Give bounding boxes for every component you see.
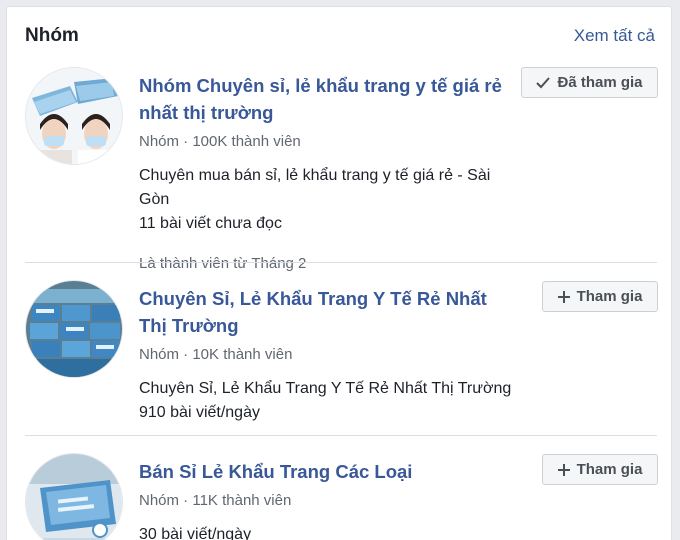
card-title: Nhóm (25, 25, 79, 46)
joined-button[interactable]: Đã tham gia (521, 67, 658, 98)
group-name-link[interactable]: Nhóm Chuyên sỉ, lẻ khẩu trang y tế giá r… (139, 72, 519, 126)
group-avatar[interactable] (25, 67, 123, 165)
check-icon (536, 76, 551, 89)
group-activity: 11 bài viết chưa đọc (139, 215, 282, 232)
group-row: Chuyên Sỉ, Lẻ Khẩu Trang Y Tế Rẻ Nhất Th… (25, 280, 658, 430)
group-description: Chuyên mua bán sỉ, lẻ khẩu trang y tế gi… (139, 167, 491, 208)
group-info: Chuyên Sỉ, Lẻ Khẩu Trang Y Tế Rẻ Nhất Th… (139, 280, 519, 425)
group-name-link[interactable]: Bán Sỉ Lẻ Khẩu Trang Các Loại (139, 458, 519, 485)
plus-icon (557, 463, 570, 476)
divider (25, 262, 657, 263)
group-info: Nhóm Chuyên sỉ, lẻ khẩu trang y tế giá r… (139, 67, 519, 274)
group-name-link[interactable]: Chuyên Sỉ, Lẻ Khẩu Trang Y Tế Rẻ Nhất Th… (139, 285, 519, 339)
group-meta: Nhóm · 100K thành viên (139, 133, 301, 150)
member-since: Là thành viên từ Tháng 2 (139, 255, 307, 272)
group-activity: 30 bài viết/ngày (139, 526, 252, 540)
joined-button-label: Đã tham gia (557, 74, 643, 91)
group-row: Bán Sỉ Lẻ Khẩu Trang Các Loại Nhóm · 11K… (25, 453, 658, 540)
group-activity: 910 bài viết/ngày (139, 404, 260, 421)
group-meta: Nhóm · 10K thành viên (139, 346, 293, 363)
group-row: Nhóm Chuyên sỉ, lẻ khẩu trang y tế giá r… (25, 67, 658, 272)
group-meta: Nhóm · 11K thành viên (139, 492, 292, 509)
plus-icon (557, 290, 570, 303)
group-info: Bán Sỉ Lẻ Khẩu Trang Các Loại Nhóm · 11K… (139, 453, 519, 540)
join-button[interactable]: Tham gia (542, 281, 658, 312)
join-button[interactable]: Tham gia (542, 454, 658, 485)
divider (25, 435, 657, 436)
groups-card: Nhóm Xem tất cả Nhóm Chuyên sỉ, lẻ khẩu … (6, 6, 672, 540)
group-avatar[interactable] (25, 280, 123, 378)
join-button-label: Tham gia (576, 461, 643, 478)
group-avatar[interactable] (25, 453, 123, 540)
group-description: Chuyên Sỉ, Lẻ Khẩu Trang Y Tế Rẻ Nhất Th… (139, 380, 512, 397)
see-all-link[interactable]: Xem tất cả (574, 26, 655, 46)
card-header: Nhóm Xem tất cả (7, 7, 671, 63)
join-button-label: Tham gia (576, 288, 643, 305)
